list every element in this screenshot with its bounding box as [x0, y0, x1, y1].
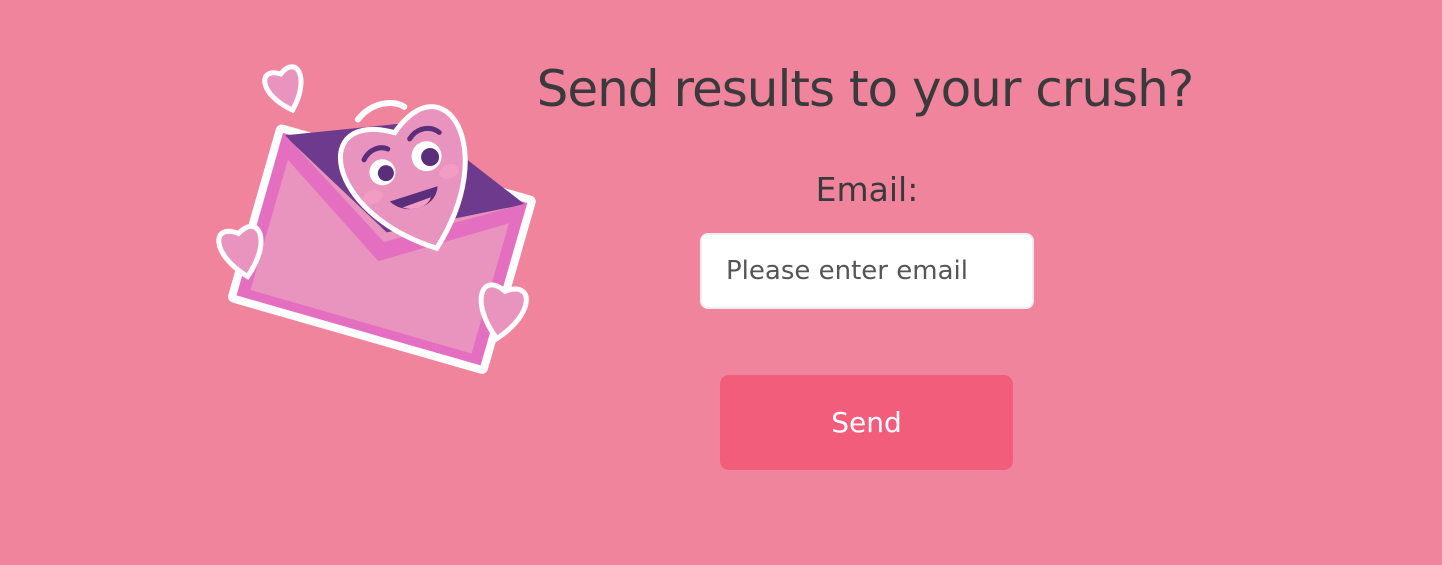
- small-heart-icon: [262, 64, 304, 114]
- page-title: Send results to your crush?: [536, 60, 1195, 118]
- love-letter-heart-envelope-icon: [205, 55, 545, 385]
- email-field[interactable]: [700, 233, 1034, 309]
- email-label: Email:: [815, 170, 919, 209]
- send-button[interactable]: Send: [720, 375, 1013, 470]
- send-results-page: Send results to your crush? Email: Send: [0, 0, 1442, 565]
